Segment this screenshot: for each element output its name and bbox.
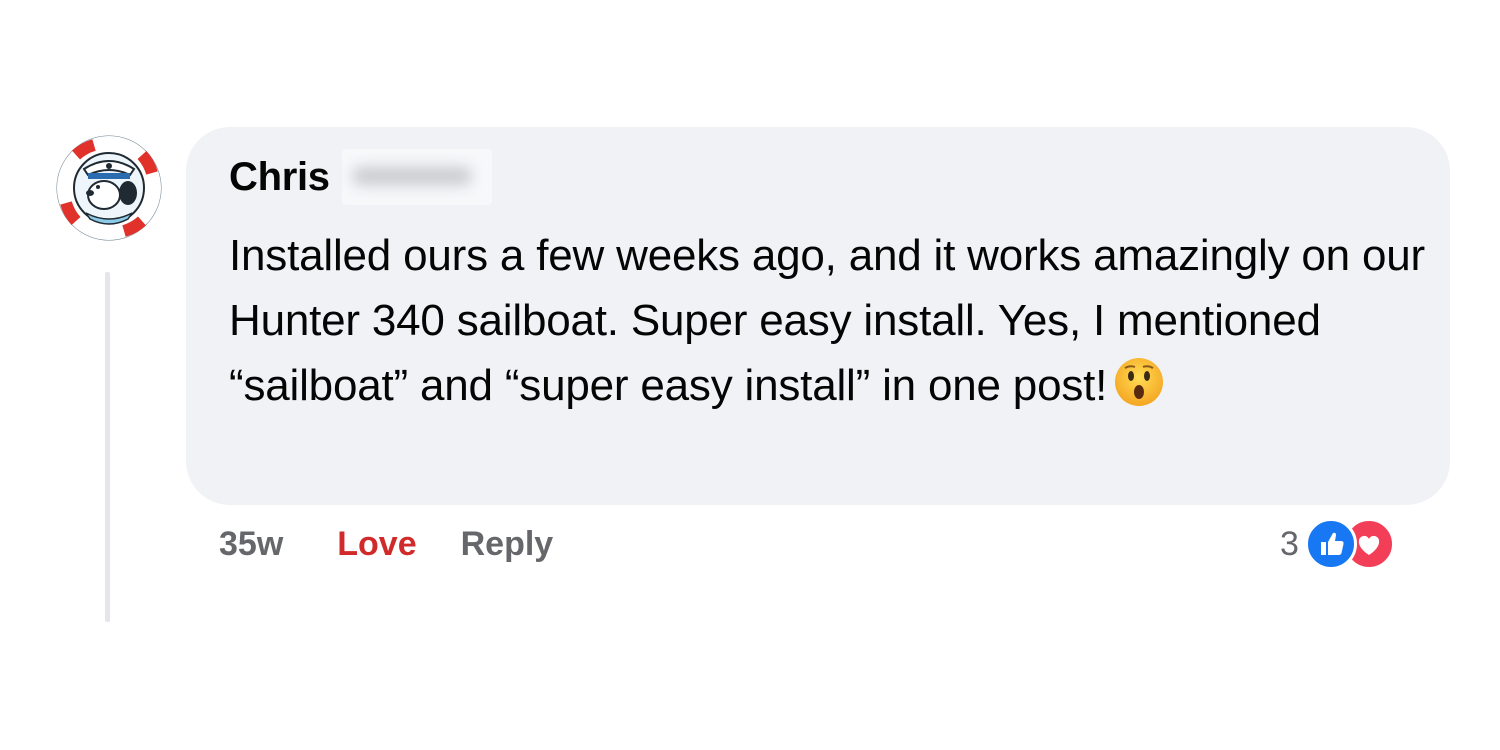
comment-timestamp[interactable]: 35w xyxy=(219,525,283,564)
comment-body: Installed ours a few weeks ago, and it w… xyxy=(229,231,1425,410)
comment-bubble: Chris Installed ours a few weeks ago, an… xyxy=(186,127,1450,505)
hushed-face-emoji-icon xyxy=(1113,356,1165,408)
thumbs-up-icon xyxy=(1304,518,1357,570)
love-button[interactable]: Love xyxy=(337,525,416,564)
avatar[interactable] xyxy=(54,133,164,243)
reply-button[interactable]: Reply xyxy=(461,525,554,564)
author-name[interactable]: Chris xyxy=(229,155,330,200)
reaction-count: 3 xyxy=(1280,524,1299,563)
redacted-last-name xyxy=(341,149,492,205)
author-row: Chris xyxy=(229,149,492,205)
comment-text: Installed ours a few weeks ago, and it w… xyxy=(229,223,1429,418)
thread-line xyxy=(105,272,110,622)
reactions-summary[interactable]: 3 xyxy=(1280,516,1395,572)
comment-actions: 35w Love Reply xyxy=(219,518,553,570)
